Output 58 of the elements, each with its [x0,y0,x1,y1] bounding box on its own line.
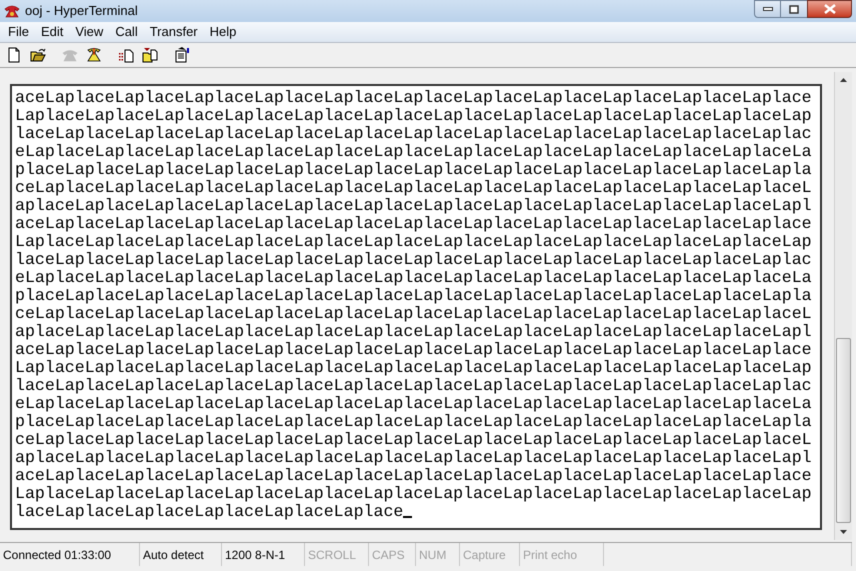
telephone-icon [86,47,102,63]
telephone-icon [62,47,78,63]
terminal-line: aceLaplaceLaplaceLaplaceLaplaceLaplaceLaplaceLaplaceLaplaceLaplaceLaplaceLaplace [15,215,812,233]
status-field: SCROLL [305,543,369,566]
status-field: Capture [460,543,520,566]
terminal-line: ceLaplaceLaplaceLaplaceLaplaceLaplaceLaplaceLaplaceLaplaceLaplaceLaplaceLaplaceL [15,431,812,449]
status-field: Auto detect [140,543,222,566]
receive-file-icon [142,47,158,63]
status-field: Print echo [520,543,604,566]
menu-item[interactable]: Help [204,22,242,42]
telephone-icon [4,3,20,19]
terminal-line: laceLaplaceLaplaceLaplaceLaplaceLaplaceLaplaceLaplaceLaplaceLaplaceLaplaceLaplac [15,251,812,269]
menu-item[interactable]: View [69,22,110,42]
terminal-line: laceLaplaceLaplaceLaplaceLaplaceLaplaceLaplaceLaplaceLaplaceLaplaceLaplaceLaplac [15,377,812,395]
menu-item[interactable]: Edit [34,22,70,42]
terminal-line: aceLaplaceLaplaceLaplaceLaplaceLaplaceLaplaceLaplaceLaplaceLaplaceLaplaceLaplace [15,341,812,359]
terminal-line: LaplaceLaplaceLaplaceLaplaceLaplaceLaplaceLaplaceLaplaceLaplaceLaplaceLaplaceLap [15,485,812,503]
terminal-line: ceLaplaceLaplaceLaplaceLaplaceLaplaceLaplaceLaplaceLaplaceLaplaceLaplaceLaplaceL [15,179,812,197]
restore-icon [789,4,799,14]
minimize-icon [762,7,772,11]
menu-item[interactable]: Transfer [144,22,204,42]
terminal-line: aceLaplaceLaplaceLaplaceLaplaceLaplaceLaplaceLaplaceLaplaceLaplaceLaplaceLaplace [15,89,812,107]
terminal-line: placeLaplaceLaplaceLaplaceLaplaceLaplaceLaplaceLaplaceLaplaceLaplaceLaplaceLapla [15,161,812,179]
scrollbar-thumb[interactable] [836,338,851,523]
menu-item[interactable]: Call [109,22,144,42]
terminal-line: eLaplaceLaplaceLaplaceLaplaceLaplaceLaplaceLaplaceLaplaceLaplaceLaplaceLaplaceLa [15,395,812,413]
close-icon [824,4,836,14]
status-field: CAPS [369,543,416,566]
window-title: ooj - HyperTerminal [25,2,138,20]
maximize-button[interactable] [781,0,807,18]
terminal-screen[interactable] [10,84,822,530]
text-cursor [403,516,412,518]
terminal-line: aceLaplaceLaplaceLaplaceLaplaceLaplaceLaplaceLaplaceLaplaceLaplaceLaplaceLaplace [15,467,812,485]
status-field: NUM [416,543,460,566]
terminal-line: LaplaceLaplaceLaplaceLaplaceLaplaceLaplaceLaplaceLaplaceLaplaceLaplaceLaplaceLap [15,359,812,377]
terminal-line: LaplaceLaplaceLaplaceLaplaceLaplaceLaplaceLaplaceLaplaceLaplaceLaplaceLaplaceLap [15,107,812,125]
terminal-line: eLaplaceLaplaceLaplaceLaplaceLaplaceLaplaceLaplaceLaplaceLaplaceLaplaceLaplaceLa [15,143,812,161]
toolbar-button[interactable] [140,45,160,65]
terminal-line: aplaceLaplaceLaplaceLaplaceLaplaceLaplaceLaplaceLaplaceLaplaceLaplaceLaplaceLapl [15,197,812,215]
folder-icon [30,47,46,63]
terminal-line: laceLaplaceLaplaceLaplaceLaplaceLaplace [15,503,404,521]
menu-item[interactable]: File [2,22,35,42]
vertical-scrollbar[interactable] [834,72,852,540]
terminal-line: ceLaplaceLaplaceLaplaceLaplaceLaplaceLaplaceLaplaceLaplaceLaplaceLaplaceLaplaceL [15,305,812,323]
status-field: 1200 8-N-1 [222,543,305,566]
terminal-line: placeLaplaceLaplaceLaplaceLaplaceLaplaceLaplaceLaplaceLaplaceLaplaceLaplaceLapla [15,287,812,305]
send-file-icon [118,47,134,63]
terminal-line: LaplaceLaplaceLaplaceLaplaceLaplaceLaplaceLaplaceLaplaceLaplaceLaplaceLaplaceLap [15,233,812,251]
terminal-line: aplaceLaplaceLaplaceLaplaceLaplaceLaplaceLaplaceLaplaceLaplaceLaplaceLaplaceLapl [15,449,812,467]
terminal-line: laceLaplaceLaplaceLaplaceLaplaceLaplaceLaplaceLaplaceLaplaceLaplaceLaplaceLaplac [15,125,812,143]
properties-icon [174,47,190,63]
status-field: Connected 01:33:00 [0,543,140,566]
document-icon [6,47,22,63]
terminal-line: placeLaplaceLaplaceLaplaceLaplaceLaplaceLaplaceLaplaceLaplaceLaplaceLaplaceLapla [15,413,812,431]
terminal-line: aplaceLaplaceLaplaceLaplaceLaplaceLaplaceLaplaceLaplaceLaplaceLaplaceLaplaceLapl [15,323,812,341]
close-button[interactable] [807,0,852,18]
terminal-line: eLaplaceLaplaceLaplaceLaplaceLaplaceLaplaceLaplaceLaplaceLaplaceLaplaceLaplaceLa [15,269,812,287]
minimize-button[interactable] [754,0,781,18]
